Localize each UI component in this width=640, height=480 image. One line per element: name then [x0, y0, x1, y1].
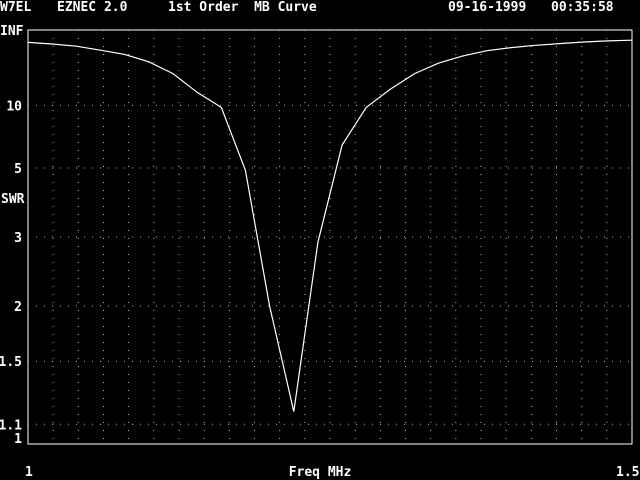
y-tick-label: 3 [14, 231, 22, 246]
y-tick-label: 10 [6, 99, 22, 114]
grid [28, 30, 632, 444]
plot-frame [27, 29, 633, 445]
y-tick-label: 5 [14, 162, 22, 177]
swr-curve-line [27, 39, 633, 412]
x-axis-label: Freq MHz [289, 465, 352, 480]
x-tick-label: 1.5 [616, 465, 639, 480]
x-tick-label: 1 [25, 465, 33, 480]
y-tick-label: 2 [14, 300, 22, 315]
y-axis-tick-labels: INF105321.51.11 [0, 24, 24, 447]
y-tick-label: 1.5 [0, 355, 22, 370]
swr-chart: INF105321.51.11 SWR 1 1.5 Freq MHz [0, 24, 639, 480]
y-tick-label: 1 [14, 432, 22, 447]
y-tick-label: INF [0, 24, 24, 39]
y-axis-label: SWR [1, 192, 25, 207]
